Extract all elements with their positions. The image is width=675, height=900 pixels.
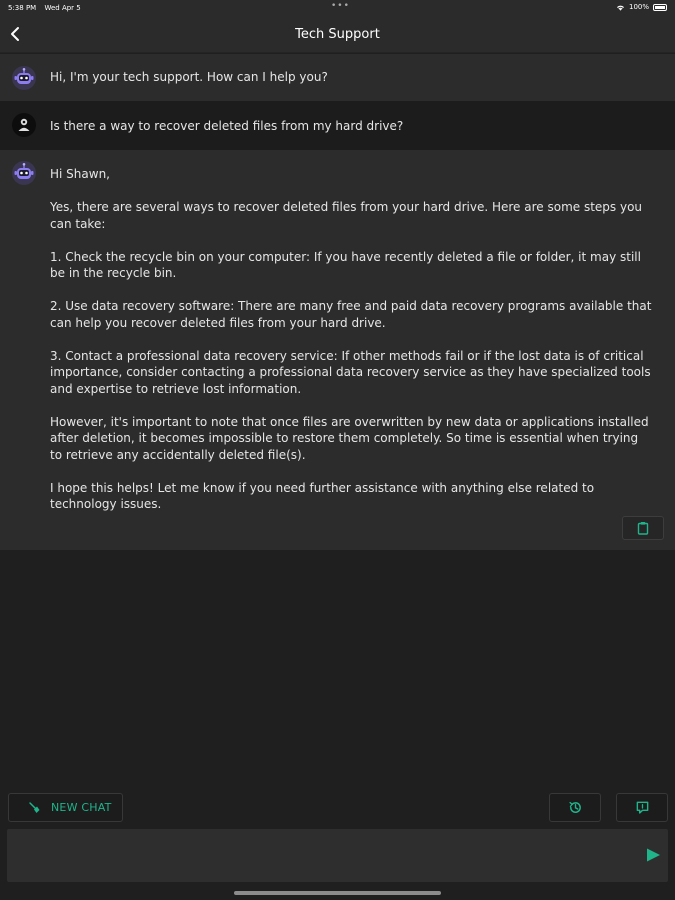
- history-button[interactable]: [549, 793, 601, 822]
- message-input[interactable]: [15, 837, 635, 875]
- message-composer: [7, 829, 668, 882]
- status-left: 5:38 PM Wed Apr 5: [8, 4, 87, 12]
- home-indicator[interactable]: [234, 891, 441, 895]
- chat-message-bot: Hi Shawn, Yes, there are several ways to…: [0, 150, 675, 550]
- chat-message-bot: Hi, I'm your tech support. How can I hel…: [0, 54, 675, 101]
- new-chat-button[interactable]: NEW CHAT: [8, 793, 123, 822]
- broom-icon: [29, 801, 40, 813]
- user-icon: [12, 113, 36, 137]
- robot-icon: [12, 66, 36, 90]
- status-right: 100%: [616, 3, 667, 11]
- message-paragraph: Hi, I'm your tech support. How can I hel…: [50, 70, 328, 84]
- message-paragraph: I hope this helps! Let me know if you ne…: [50, 480, 595, 512]
- multitasking-dots-icon[interactable]: •••: [331, 1, 350, 11]
- battery-percent: 100%: [628, 3, 649, 11]
- message-text: Is there a way to recover deleted files …: [50, 118, 653, 135]
- battery-icon: [653, 3, 667, 11]
- message-paragraph: Is there a way to recover deleted files …: [50, 119, 404, 133]
- status-bar: 5:38 PM Wed Apr 5 ••• 100%: [0, 0, 675, 16]
- clipboard-icon: [637, 522, 649, 535]
- message-paragraph: 1. Check the recycle bin on your compute…: [50, 249, 641, 281]
- robot-icon: [12, 161, 36, 185]
- message-text: Hi Shawn, Yes, there are several ways to…: [50, 166, 653, 529]
- wifi-icon: [616, 5, 624, 11]
- message-text: Hi, I'm your tech support. How can I hel…: [50, 69, 653, 86]
- message-paragraph: 3. Contact a professional data recovery …: [50, 348, 651, 396]
- copy-button[interactable]: [622, 516, 664, 540]
- status-time: 5:38 PM: [8, 4, 37, 12]
- message-paragraph: 2. Use data recovery software: There are…: [50, 299, 652, 330]
- send-icon: [647, 848, 660, 862]
- history-icon: [568, 801, 581, 813]
- message-paragraph: However, it's important to note that onc…: [50, 414, 649, 462]
- nav-bar: Tech Support: [0, 16, 675, 53]
- chat-bubble-icon: [636, 801, 648, 814]
- chat-message-user: Is there a way to recover deleted files …: [0, 101, 675, 150]
- message-paragraph: Hi Shawn,: [50, 167, 110, 181]
- new-chat-label: NEW CHAT: [51, 801, 112, 814]
- prompts-button[interactable]: [616, 793, 668, 822]
- message-paragraph: Yes, there are several ways to recover d…: [50, 200, 643, 231]
- page-title: Tech Support: [295, 27, 380, 42]
- send-button[interactable]: [644, 846, 662, 864]
- status-date: Wed Apr 5: [44, 4, 81, 12]
